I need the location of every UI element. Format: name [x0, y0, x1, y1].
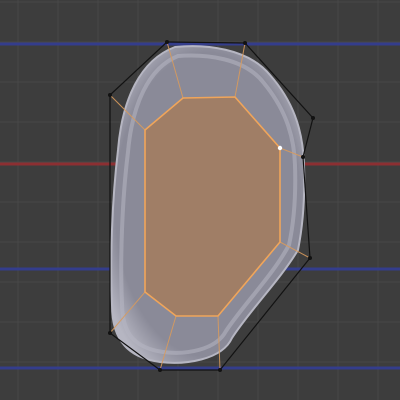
cage-edge	[302, 117, 314, 158]
cage-vertex[interactable]	[108, 93, 112, 97]
cage-vertex[interactable]	[311, 116, 315, 120]
cage-vertex[interactable]	[165, 40, 169, 44]
active-vertex[interactable]	[277, 145, 283, 151]
cage-vertex[interactable]	[308, 256, 312, 260]
cage-vertex[interactable]	[218, 368, 222, 372]
cage-vertex[interactable]	[301, 155, 305, 159]
viewport-canvas[interactable]	[0, 0, 400, 400]
3d-viewport[interactable]	[0, 0, 400, 400]
cage-vertex[interactable]	[108, 331, 112, 335]
cage-vertex[interactable]	[243, 41, 247, 45]
cage-vertex[interactable]	[158, 368, 162, 372]
